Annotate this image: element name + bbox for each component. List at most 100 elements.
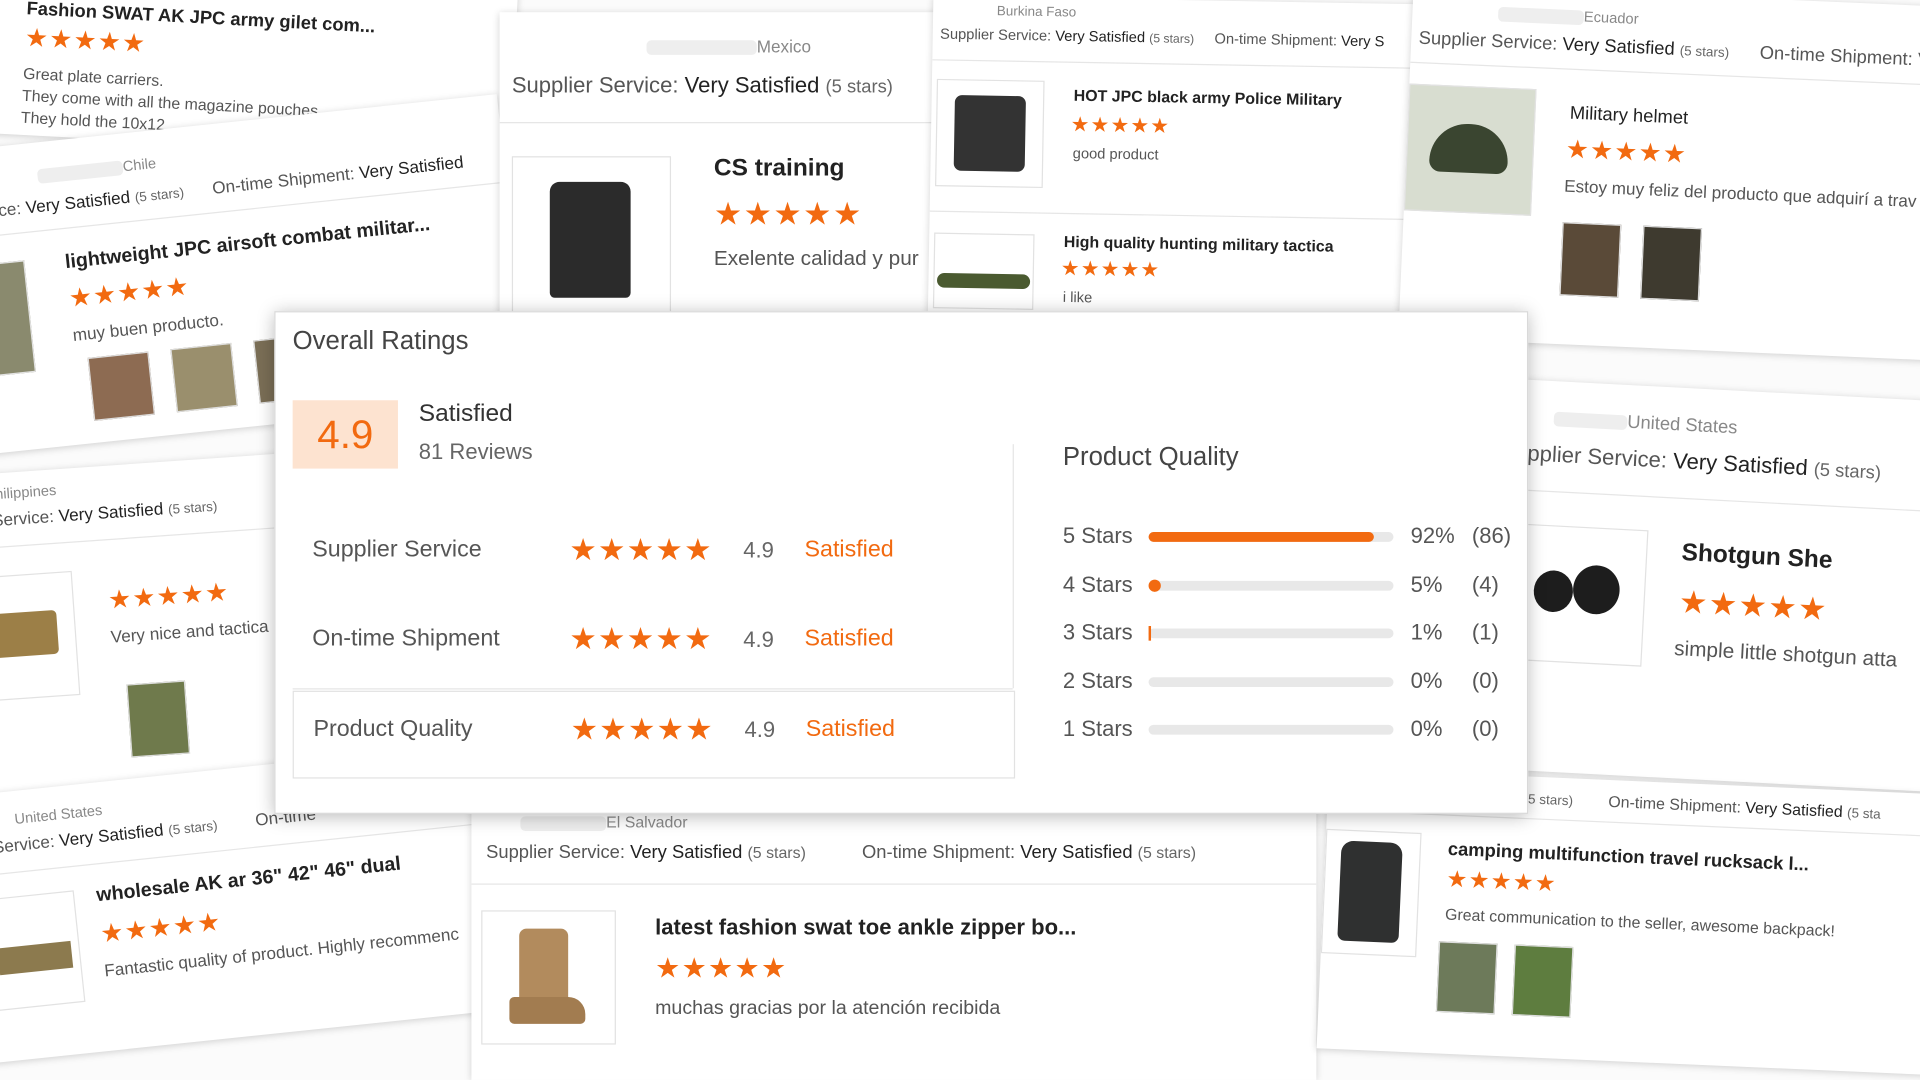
review-card: El Salvador Supplier Service: Very Satis… — [471, 805, 1317, 1080]
product-title[interactable]: High quality hunting military tactica — [1064, 232, 1334, 255]
rating-value: 4.9 — [744, 717, 776, 742]
overall-satisfaction-label: Satisfied — [418, 400, 513, 428]
product-image[interactable] — [932, 232, 1035, 310]
review-photo[interactable] — [170, 342, 238, 413]
star-bar-count: (86) — [1471, 523, 1512, 548]
review-card: United States pplier Service: Very Satis… — [1486, 378, 1920, 793]
star-bar-track — [1148, 676, 1394, 687]
rating-stars: ★★★★★ — [713, 195, 863, 232]
rating-row-supplier-service[interactable]: Supplier Service ★★★★★ 4.9 Satisfied — [293, 513, 1013, 598]
rating-value: 4.9 — [743, 627, 774, 652]
review-meta: Supplier Service: Very Satisfied (5 star… — [486, 842, 1197, 863]
star-bar-row[interactable]: 2 Stars 0% (0) — [1063, 664, 1516, 698]
product-image[interactable] — [1403, 83, 1537, 216]
product-image[interactable] — [0, 570, 81, 703]
review-text: muy buen producto. — [71, 309, 225, 345]
product-title[interactable]: wholesale AK ar 36" 42" 46" dual — [95, 854, 402, 908]
star-bar-label: 5 Stars — [1062, 523, 1133, 548]
rating-stars: ★★★★★ — [24, 23, 148, 59]
review-photo[interactable] — [126, 680, 191, 758]
reviewer-country: United States — [13, 801, 104, 828]
review-photo[interactable] — [1640, 225, 1703, 302]
review-meta: (5 stars) On-time Shipment: Very Satisfi… — [1523, 792, 1882, 823]
product-image[interactable] — [0, 890, 86, 1012]
rating-stars: ★★★★★ — [1565, 135, 1688, 169]
review-count[interactable]: 81 Reviews — [419, 439, 533, 465]
star-bar-percent: 0% — [1410, 716, 1443, 741]
rating-label: On-time Shipment — [312, 626, 500, 652]
review-text: simple little shotgun atta — [1673, 636, 1898, 672]
rating-stars: ★★★★★ — [1060, 256, 1161, 282]
star-bar-count: (4) — [1471, 571, 1499, 597]
rating-stars: ★★★★★ — [1070, 112, 1171, 138]
reviewer-country: Chile — [36, 154, 157, 184]
reviewer-country: Ecuador — [1497, 4, 1639, 28]
star-bar-label: 1 Stars — [1062, 716, 1133, 741]
star-bar-label: 2 Stars — [1062, 668, 1133, 693]
review-text: Exelente calidad y pur — [713, 246, 919, 270]
star-bar-label: 3 Stars — [1062, 619, 1133, 645]
rating-stars: ★★★★★ — [1678, 583, 1829, 628]
product-image[interactable] — [1320, 828, 1422, 958]
review-meta: pplier Service: Very Satisfied (5 stars) — [1526, 440, 1882, 484]
rating-stars: ★★★★★ — [570, 712, 714, 747]
review-meta: Supplier Service: Very Satisfied (5 star… — [939, 25, 1385, 50]
product-title[interactable]: Military helmet — [1569, 103, 1688, 129]
review-photo[interactable] — [1511, 944, 1574, 1018]
product-title[interactable]: latest fashion swat toe ankle zipper bo.… — [655, 915, 1076, 941]
rating-value: 4.9 — [743, 538, 774, 563]
rating-stars: ★★★★★ — [107, 578, 231, 615]
rating-stars: ★★★★★ — [1445, 867, 1558, 898]
rating-text: Satisfied — [804, 626, 894, 652]
star-bar-row[interactable]: 5 Stars 92% (86) — [1063, 520, 1516, 554]
rating-row-product-quality[interactable]: Product Quality ★★★★★ 4.9 Satisfied — [292, 690, 1016, 779]
product-image[interactable] — [511, 156, 672, 318]
star-bar-row[interactable]: 3 Stars 1% (1) — [1063, 616, 1516, 650]
review-card: Ecuador Supplier Service: Very Satisfied… — [1398, 0, 1920, 361]
review-text: muchas gracias por la atención recibida — [655, 998, 1001, 1019]
star-bar-count: (0) — [1471, 668, 1499, 693]
star-bar-count: (1) — [1471, 619, 1499, 645]
rating-stars: ★★★★★ — [569, 622, 713, 657]
rating-stars: ★★★★★ — [67, 272, 192, 314]
reviewer-country: Philippines — [0, 481, 57, 504]
rating-text: Satisfied — [805, 716, 895, 742]
star-bar-track — [1148, 724, 1394, 735]
star-bar-fill — [1148, 532, 1374, 542]
reviewer-country: Burkina Faso — [996, 4, 1077, 21]
review-photo[interactable] — [1435, 941, 1498, 1015]
star-bar-row[interactable]: 4 Stars 5% (4) — [1063, 568, 1516, 602]
review-text: Great plate carriers. — [22, 64, 165, 90]
review-text: i like — [1062, 288, 1093, 307]
star-bar-fill — [1148, 626, 1152, 641]
star-bar-row[interactable]: 1 Stars 0% (0) — [1063, 713, 1516, 747]
review-photo[interactable] — [87, 351, 156, 422]
product-title[interactable]: Shotgun She — [1681, 539, 1833, 575]
star-bar-count: (0) — [1471, 716, 1499, 741]
product-title[interactable]: HOT JPC black army Police Military — [1074, 86, 1342, 109]
product-image[interactable] — [481, 910, 616, 1045]
product-image[interactable] — [0, 260, 37, 380]
review-photo[interactable] — [1559, 222, 1622, 298]
rating-row-on-time-shipment[interactable]: On-time Shipment ★★★★★ 4.9 Satisfied — [293, 602, 1013, 687]
reviewer-country: Mexico — [646, 37, 811, 56]
review-text: Great communication to the seller, aweso… — [1444, 904, 1836, 941]
overall-ratings-panel: Overall Ratings 4.9 Satisfied 81 Reviews… — [274, 311, 1529, 814]
review-text: good product — [1072, 144, 1159, 164]
rating-label: Product Quality — [313, 716, 473, 742]
review-card: Burkina Faso Supplier Service: Very Sati… — [927, 0, 1424, 322]
rating-stars: ★★★★★ — [655, 951, 788, 984]
product-quality-title: Product Quality — [1062, 442, 1239, 472]
review-text: Estoy muy feliz del producto que adquirí… — [1563, 175, 1917, 211]
star-bar-percent: 0% — [1410, 668, 1443, 693]
product-title[interactable]: CS training — [714, 155, 845, 183]
star-bar-label: 4 Stars — [1062, 571, 1133, 597]
collage: Fashion SWAT AK JPC army gilet com... ★★… — [0, 0, 1920, 1080]
rating-stars: ★★★★★ — [99, 908, 223, 949]
review-meta: Supplier Service: Very Satisfied (5 star… — [511, 73, 893, 98]
star-bar-fill — [1148, 579, 1161, 592]
review-card: Mexico Supplier Service: Very Satisfied … — [499, 12, 941, 330]
rating-text: Satisfied — [804, 536, 894, 563]
rating-label: Supplier Service — [312, 536, 482, 563]
product-image[interactable] — [934, 78, 1045, 189]
